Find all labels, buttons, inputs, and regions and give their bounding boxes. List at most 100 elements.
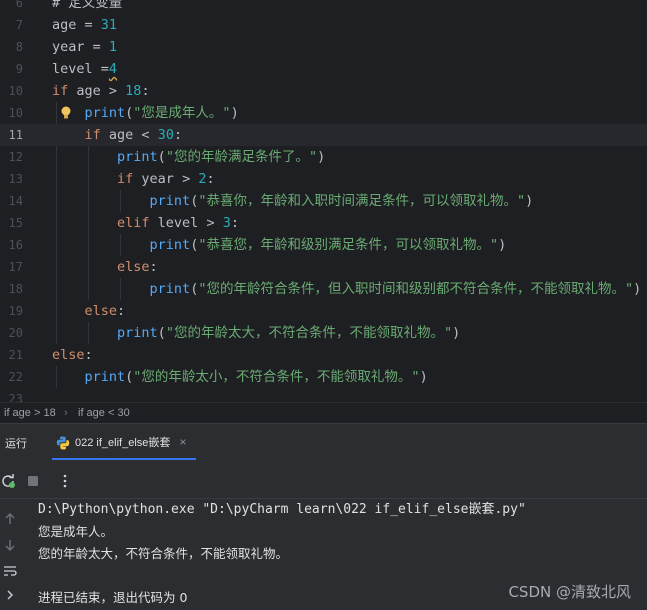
code-line[interactable]: 7 age = 31: [0, 14, 647, 36]
code-text: print("恭喜你，年龄和入职时间满足条件，可以领取礼物。"): [52, 190, 534, 212]
code-token: year =: [52, 39, 109, 55]
code-line[interactable]: 23: [0, 388, 647, 402]
code-token: :: [117, 303, 126, 319]
code-text: print("您的年龄符合条件，但入职时间和级别都不符合条件，不能领取礼物。"): [52, 278, 642, 300]
code-token: print: [117, 325, 158, 341]
console-side-toolbar: [0, 499, 20, 610]
code-text: print("您的年龄太大，不符合条件，不能领取礼物。"): [52, 322, 460, 344]
code-token: :: [84, 347, 93, 363]
code-line[interactable]: 8 year = 1: [0, 36, 647, 58]
console-output[interactable]: D:\Python\python.exe "D:\pyCharm learn\0…: [0, 499, 647, 610]
run-tool-window-header: 运行 022 if_elif_else嵌套 ×: [0, 424, 647, 464]
scroll-up-icon[interactable]: [2, 511, 18, 527]
code-line[interactable]: 22 print("您的年龄太小，不符合条件，不能领取礼物。"): [0, 366, 647, 388]
code-token: "您的年龄满足条件了。": [165, 149, 318, 165]
code-token: ): [317, 149, 326, 165]
code-text: if age < 30:: [52, 124, 183, 146]
code-token: 30: [157, 127, 174, 143]
code-token: print: [84, 105, 126, 121]
rerun-icon[interactable]: [0, 473, 16, 489]
line-number: 8: [15, 40, 23, 54]
code-line[interactable]: 13 if year > 2:: [0, 168, 647, 190]
code-line[interactable]: 19 else:: [0, 300, 647, 322]
code-text: elif level > 3:: [52, 212, 239, 234]
code-text: level =4: [52, 58, 117, 80]
code-token: "恭喜你，年龄和入职时间满足条件，可以领取礼物。": [198, 193, 526, 209]
code-token: "您的年龄太大，不符合条件，不能领取礼物。": [165, 325, 453, 341]
code-token: elif: [117, 215, 150, 231]
code-token: ): [230, 105, 239, 121]
code-line[interactable]: 6 # 定义变量: [0, 0, 647, 14]
line-number: 17: [8, 260, 23, 274]
code-token: :: [206, 171, 215, 187]
code-token: 18: [125, 83, 142, 99]
code-line[interactable]: 11 if age < 30:: [0, 124, 647, 146]
breadcrumb: if age > 18 › if age < 30: [0, 402, 647, 423]
console-line-exit: 进程已结束，退出代码为 0: [38, 590, 188, 605]
code-token: year >: [133, 171, 199, 187]
code-text: year = 1: [52, 36, 117, 58]
code-line[interactable]: 10 if age > 18:: [0, 80, 647, 102]
line-number: 19: [8, 304, 23, 318]
code-line[interactable]: 14 print("恭喜你，年龄和入职时间满足条件，可以领取礼物。"): [0, 190, 647, 212]
line-number: 16: [8, 238, 23, 252]
code-line[interactable]: 9 level =4: [0, 58, 647, 80]
console-line-output-2: 您的年龄太大，不符合条件，不能领取礼物。: [38, 546, 289, 561]
code-token: level =: [52, 61, 109, 77]
line-number: 6: [15, 0, 23, 10]
line-number: 14: [8, 194, 23, 208]
code-line[interactable]: 15 elif level > 3:: [0, 212, 647, 234]
line-number: 9: [15, 62, 23, 76]
breadcrumb-item-if-age-18[interactable]: if age > 18: [4, 403, 56, 423]
code-token: print: [84, 369, 126, 385]
code-line[interactable]: 10 print("您是成年人。"): [0, 102, 647, 124]
code-line[interactable]: 17 else:: [0, 256, 647, 278]
code-line[interactable]: 21 else:: [0, 344, 647, 366]
expand-icon[interactable]: [2, 587, 18, 603]
code-line[interactable]: 16 print("恭喜您，年龄和级别满足条件，可以领取礼物。"): [0, 234, 647, 256]
code-line[interactable]: 18 print("您的年龄符合条件，但入职时间和级别都不符合条件，不能领取礼物…: [0, 278, 647, 300]
code-token: "恭喜您，年龄和级别满足条件，可以领取礼物。": [198, 237, 499, 253]
breadcrumb-item-if-age-30[interactable]: if age < 30: [78, 403, 130, 423]
code-token: print: [149, 193, 191, 209]
code-token: "您的年龄符合条件，但入职时间和级别都不符合条件，不能领取礼物。": [198, 281, 634, 297]
code-token: ): [633, 281, 642, 297]
run-toolbar: [0, 464, 647, 499]
line-number: 13: [8, 172, 23, 186]
line-number: 22: [8, 370, 23, 384]
lightbulb-icon[interactable]: [58, 105, 74, 121]
run-config-tab[interactable]: 022 if_elif_else嵌套 ×: [52, 430, 196, 460]
code-token: print: [117, 149, 158, 165]
breadcrumb-separator: ›: [64, 407, 68, 419]
soft-wrap-icon[interactable]: [2, 563, 18, 579]
code-token: 1: [108, 39, 118, 55]
more-options-icon[interactable]: [57, 473, 73, 489]
code-token: 31: [100, 17, 118, 33]
code-text: print("您的年龄满足条件了。"): [52, 146, 325, 168]
code-line[interactable]: 20 print("您的年龄太大，不符合条件，不能领取礼物。"): [0, 322, 647, 344]
code-token: :: [141, 83, 150, 99]
scroll-down-icon[interactable]: [2, 537, 18, 553]
line-number: 20: [8, 326, 23, 340]
console-line-output-1: 您是成年人。: [38, 524, 114, 539]
console-line-command: D:\Python\python.exe "D:\pyCharm learn\0…: [38, 502, 526, 517]
code-editor[interactable]: 6 # 定义变量 7 age = 31 8 year = 1 9 level =4 10 if a…: [0, 0, 647, 402]
code-text: else:: [52, 344, 93, 366]
code-token: # 定义变量: [52, 0, 123, 11]
close-icon[interactable]: ×: [176, 435, 190, 449]
code-text: if age > 18:: [52, 80, 150, 102]
line-number: 11: [8, 128, 23, 142]
code-token: else: [84, 303, 118, 319]
line-number: 7: [15, 18, 23, 32]
code-line[interactable]: 12 print("您的年龄满足条件了。"): [0, 146, 647, 168]
stop-icon[interactable]: [25, 473, 41, 489]
run-config-tab-label: 022 if_elif_else嵌套: [75, 437, 171, 449]
